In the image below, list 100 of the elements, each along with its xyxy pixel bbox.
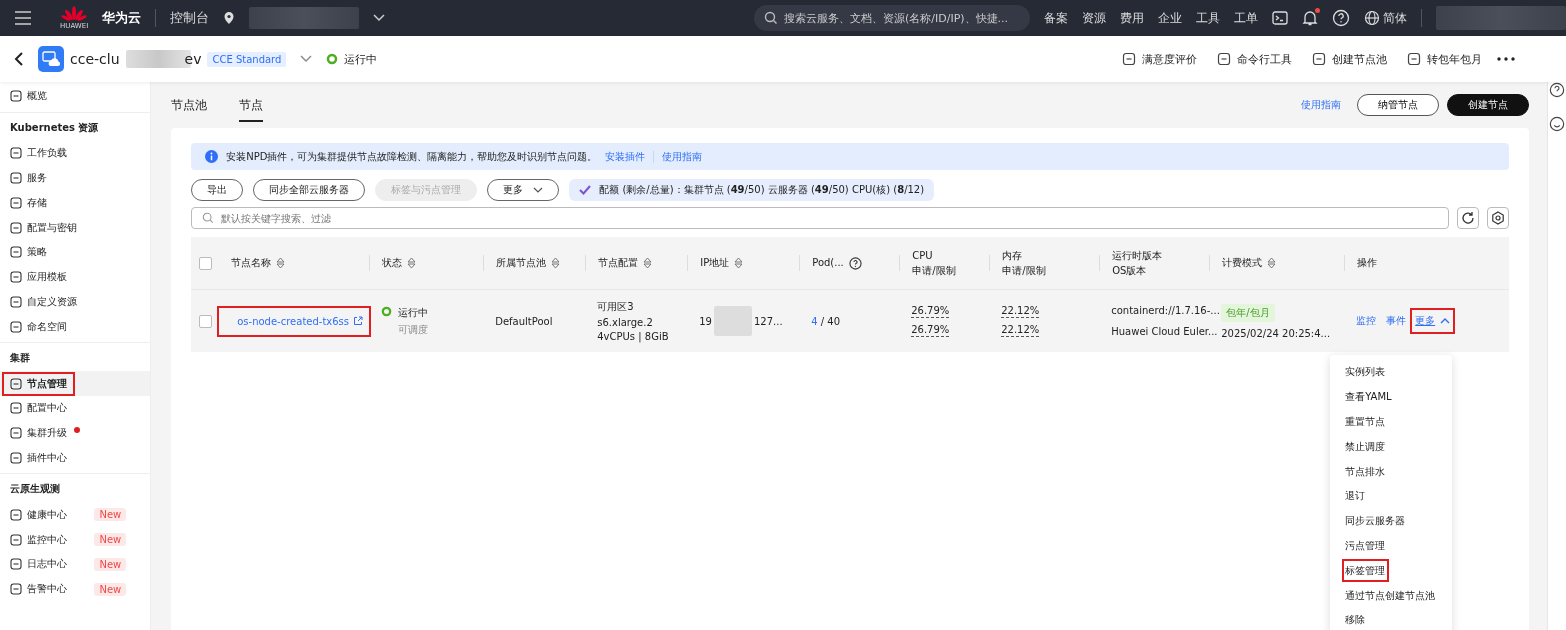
menu-item[interactable]: 移除 (1330, 607, 1453, 630)
menu-item[interactable]: 节点排水 (1330, 459, 1453, 484)
menu-item[interactable]: 退订 (1330, 484, 1453, 509)
edition-tag: CCE Standard (207, 51, 287, 67)
caret-icon (1440, 318, 1451, 324)
top-nav-item[interactable]: 工单 (1234, 9, 1258, 27)
action-icon[interactable] (1122, 52, 1136, 66)
table-cell-text: / 40 (819, 315, 841, 327)
sort-icon[interactable] (276, 257, 286, 269)
guide-link[interactable]: 使用指南 (1301, 98, 1342, 112)
pod-count-link[interactable]: 4 (811, 315, 818, 327)
toolbar-button[interactable]: 同步全部云服务器 (253, 179, 366, 201)
sidebar-item[interactable]: 工作负载 (2, 141, 75, 166)
sidebar-section-title: 云原生观测 (9, 482, 61, 497)
help-icon[interactable] (1549, 82, 1566, 98)
menu-item[interactable]: 污点管理 (1330, 533, 1453, 559)
smiley-icon[interactable] (1549, 116, 1566, 132)
page-button[interactable]: 创建节点 (1447, 94, 1530, 116)
menu-item[interactable]: 查看YAML (1330, 384, 1453, 410)
console-link[interactable]: 控制台 (170, 9, 210, 27)
more-icon[interactable] (1496, 56, 1516, 62)
notice-link[interactable]: 安装插件 (605, 149, 646, 164)
column-header: 状态 (382, 257, 403, 269)
toolbar-button[interactable]: 更多 (487, 179, 560, 201)
tab[interactable]: 节点池 (171, 88, 208, 122)
menu-item[interactable]: 同步云服务器 (1330, 508, 1453, 534)
header-action[interactable]: 转包年包月 (1427, 51, 1482, 67)
bell-icon[interactable] (1302, 10, 1318, 26)
search-field[interactable]: 搜索云服务、文档、资源(名称/ID/IP)、快捷... (754, 5, 1030, 31)
cluster-name: cce-clu (70, 51, 120, 67)
terminal-icon[interactable] (1272, 10, 1288, 26)
menu-icon[interactable] (14, 11, 32, 25)
cluster-name: ev (184, 51, 202, 67)
info-icon (205, 150, 219, 163)
sidebar-item[interactable]: 服务 (2, 166, 55, 190)
menu-item[interactable]: 通过节点创建节点池 (1330, 583, 1453, 608)
new-badge: New (94, 533, 127, 547)
sidebar-item[interactable]: 配置中心 (2, 396, 75, 421)
sidebar-item[interactable]: 存储 (2, 190, 55, 215)
search-icon (764, 11, 778, 25)
tab[interactable]: 节点 (239, 88, 264, 122)
row-checkbox[interactable] (198, 314, 212, 328)
sort-icon[interactable] (407, 257, 417, 269)
header-action[interactable]: 创建节点池 (1332, 51, 1387, 67)
usage-value: 22.12% (1001, 305, 1040, 318)
sidebar-item[interactable]: 插件中心 (2, 445, 75, 470)
top-nav-item[interactable]: 资源 (1082, 9, 1106, 27)
row-action-link[interactable]: 事件 (1386, 314, 1407, 328)
action-icon[interactable] (1312, 52, 1326, 66)
select-all-checkbox[interactable] (198, 256, 212, 270)
update-dot (74, 427, 80, 434)
sidebar-item[interactable]: 集群升级 (2, 421, 75, 446)
top-nav-item[interactable]: 工具 (1196, 9, 1220, 27)
location-pin-icon[interactable] (223, 11, 236, 25)
column-header: 内存 申请/限制 (1002, 249, 1046, 277)
filter-field[interactable]: 默认按关键字搜索、过滤 (191, 207, 1450, 229)
sort-icon[interactable] (551, 257, 561, 269)
sidebar-item[interactable]: 配置与密钥 (2, 215, 85, 240)
notice-link[interactable]: 使用指南 (662, 149, 703, 164)
language-button[interactable]: 简体 (1364, 9, 1407, 27)
table-cell: 127... (753, 315, 783, 327)
sidebar-section-title: 集群 (9, 351, 31, 366)
sidebar-item[interactable]: 命名空间 (2, 314, 75, 339)
table-cell: 19 (699, 315, 712, 327)
refresh-icon (1461, 211, 1476, 225)
sidebar-item[interactable]: 日志中心 (2, 552, 75, 577)
row-action-link[interactable]: 监控 (1356, 314, 1377, 328)
menu-item[interactable]: 禁止调度 (1330, 434, 1453, 460)
sidebar-item[interactable]: 概览 (2, 84, 55, 109)
refresh-button[interactable] (1457, 207, 1480, 229)
sort-icon[interactable] (1267, 257, 1277, 269)
header-action[interactable]: 满意度评价 (1142, 51, 1197, 67)
more-link[interactable]: 更多 (1410, 308, 1456, 334)
sidebar-item[interactable]: 策略 (2, 240, 55, 265)
external-link-icon (353, 316, 364, 326)
menu-item[interactable]: 实例列表 (1330, 360, 1453, 385)
action-icon[interactable] (1217, 52, 1231, 66)
sort-icon[interactable] (643, 257, 653, 269)
sidebar-item[interactable]: 健康中心 (2, 502, 75, 527)
header-action[interactable]: 命令行工具 (1237, 51, 1292, 67)
chevron-down-icon[interactable] (373, 14, 386, 22)
back-icon[interactable] (14, 51, 24, 67)
brand-name[interactable]: 华为云 (102, 9, 142, 27)
menu-item[interactable]: 标签管理 (1341, 558, 1391, 584)
node-name-link[interactable]: os-node-created-tx6ss (217, 305, 372, 337)
menu-item-icon (10, 451, 22, 464)
sidebar-item[interactable]: 监控中心 (2, 527, 75, 552)
top-nav-item[interactable]: 企业 (1158, 9, 1182, 27)
sort-icon[interactable] (734, 257, 744, 269)
action-icon[interactable] (1407, 52, 1421, 66)
top-nav-item[interactable]: 备案 (1044, 9, 1068, 27)
sidebar-item[interactable]: 应用模板 (2, 265, 75, 290)
sidebar-item[interactable]: 告警中心 (2, 577, 75, 602)
sidebar-item[interactable]: 自定义资源 (2, 289, 85, 314)
help-icon[interactable] (848, 256, 862, 270)
top-nav-item[interactable]: 费用 (1120, 9, 1144, 27)
page-button[interactable]: 纳管节点 (1357, 94, 1440, 116)
menu-item[interactable]: 重置节点 (1330, 409, 1453, 435)
settings-button[interactable] (1487, 207, 1510, 229)
toolbar-button[interactable]: 导出 (191, 179, 244, 201)
